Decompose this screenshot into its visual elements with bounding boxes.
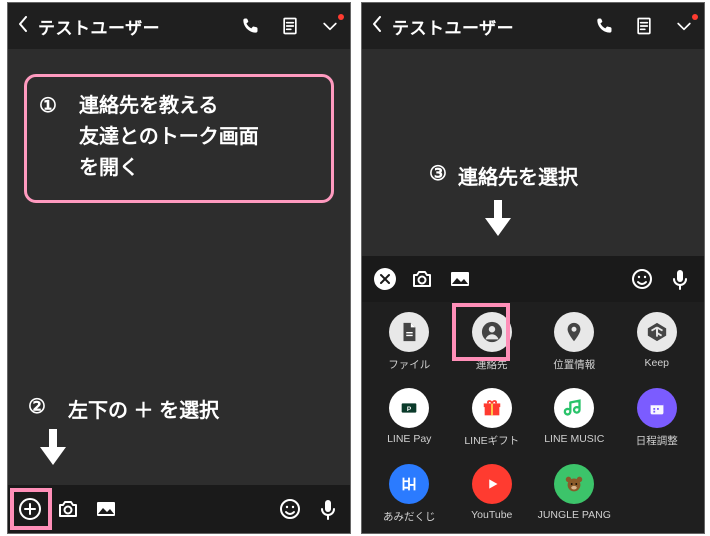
keep-icon	[637, 312, 677, 352]
notification-dot	[338, 14, 344, 20]
back-icon[interactable]	[18, 16, 28, 37]
drawer-item-label: JUNGLE PANG	[538, 509, 611, 521]
drawer-item-location[interactable]: 位置情報	[535, 310, 614, 384]
call-icon[interactable]	[240, 16, 260, 36]
plus-icon[interactable]	[18, 497, 42, 521]
jungle-icon	[554, 464, 594, 504]
step-1-text-line1: 連絡先を教える	[79, 91, 259, 122]
drawer-item-lottery[interactable]: あみだくじ	[370, 462, 449, 534]
step-2-text: 左下の ＋ を選択	[68, 394, 219, 423]
chat-input-bar	[8, 485, 350, 533]
mic-icon[interactable]	[316, 497, 340, 521]
drawer-item-label: Keep	[644, 357, 669, 369]
drawer-item-label: LINE Pay	[387, 433, 431, 445]
music-icon	[554, 388, 594, 428]
drawer-item-label: ファイル	[388, 357, 430, 372]
drawer-item-schedule[interactable]: 日程調整	[618, 386, 697, 460]
step-1-callout: ① 連絡先を教える 友達とのトーク画面 を開く	[24, 74, 334, 203]
mic-icon[interactable]	[668, 267, 692, 291]
drawer-item-music[interactable]: LINE MUSIC	[535, 386, 614, 460]
svg-text:P: P	[407, 406, 412, 413]
close-icon[interactable]	[374, 268, 396, 290]
step-3-annotation: ③ 連絡先を選択	[418, 161, 578, 236]
notification-dot	[692, 14, 698, 20]
step-2-annotation: ② 左下の ＋ を選択	[28, 394, 219, 465]
drawer-item-label: LINE MUSIC	[544, 433, 604, 445]
location-icon	[554, 312, 594, 352]
drawer-item-keep[interactable]: Keep	[618, 310, 697, 384]
emoji-icon[interactable]	[278, 497, 302, 521]
gallery-icon[interactable]	[94, 497, 118, 521]
drawer-item-label: LINEギフト	[464, 433, 519, 448]
drawer-item-label: 日程調整	[636, 433, 678, 448]
drawer-item-youtube[interactable]: YouTube	[453, 462, 532, 534]
step-1-text-line2: 友達とのトーク画面	[79, 122, 259, 153]
emoji-icon[interactable]	[630, 267, 654, 291]
drawer-item-label: 位置情報	[553, 357, 595, 372]
linepay-icon: P	[389, 388, 429, 428]
chat-body: ① 連絡先を教える 友達とのトーク画面 を開く ② 左下の ＋ を選択	[8, 49, 350, 485]
drawer-item-linepay[interactable]: P LINE Pay	[370, 386, 449, 460]
drawer-item-label: あみだくじ	[383, 509, 436, 524]
step-2-number: ②	[28, 394, 68, 423]
step-1-number: ①	[39, 91, 79, 184]
youtube-icon	[472, 464, 512, 504]
step-1-text-line3: を開く	[79, 153, 259, 184]
file-icon	[389, 312, 429, 352]
call-icon[interactable]	[594, 16, 614, 36]
gift-icon	[472, 388, 512, 428]
drawer-item-file[interactable]: ファイル	[370, 310, 449, 384]
gallery-icon[interactable]	[448, 267, 472, 291]
drawer-item-jungle[interactable]: JUNGLE PANG	[535, 462, 614, 534]
step-3-text: 連絡先を選択	[458, 161, 578, 190]
lottery-icon	[389, 464, 429, 504]
chat-header: テストユーザー	[8, 3, 350, 49]
attachment-drawer: ファイル 連絡先 位置情報 Keep P LINE Pay LINEギフト LINE MUSI…	[362, 302, 704, 533]
camera-icon[interactable]	[410, 267, 434, 291]
notes-icon[interactable]	[634, 16, 654, 36]
notes-icon[interactable]	[280, 16, 300, 36]
drawer-item-gift[interactable]: LINEギフト	[453, 386, 532, 460]
drawer-item-label: 連絡先	[476, 357, 508, 372]
chat-title: テストユーザー	[392, 14, 594, 39]
drawer-input-bar	[362, 256, 704, 302]
chat-title: テストユーザー	[38, 14, 240, 39]
back-icon[interactable]	[372, 16, 382, 37]
drawer-item-contact[interactable]: 連絡先	[453, 310, 532, 384]
menu-icon[interactable]	[674, 16, 694, 36]
drawer-item-label: YouTube	[471, 509, 512, 521]
phone-screenshot-right: テストユーザー ③ 連絡先を選択	[361, 2, 705, 534]
menu-icon[interactable]	[320, 16, 340, 36]
contact-icon	[472, 312, 512, 352]
arrow-down-icon	[483, 200, 513, 236]
arrow-down-icon	[38, 429, 219, 465]
chat-header: テストユーザー	[362, 3, 704, 49]
schedule-icon	[637, 388, 677, 428]
camera-icon[interactable]	[56, 497, 80, 521]
step-3-number: ③	[418, 161, 458, 190]
phone-screenshot-left: テストユーザー ① 連絡先を教える	[7, 2, 351, 534]
